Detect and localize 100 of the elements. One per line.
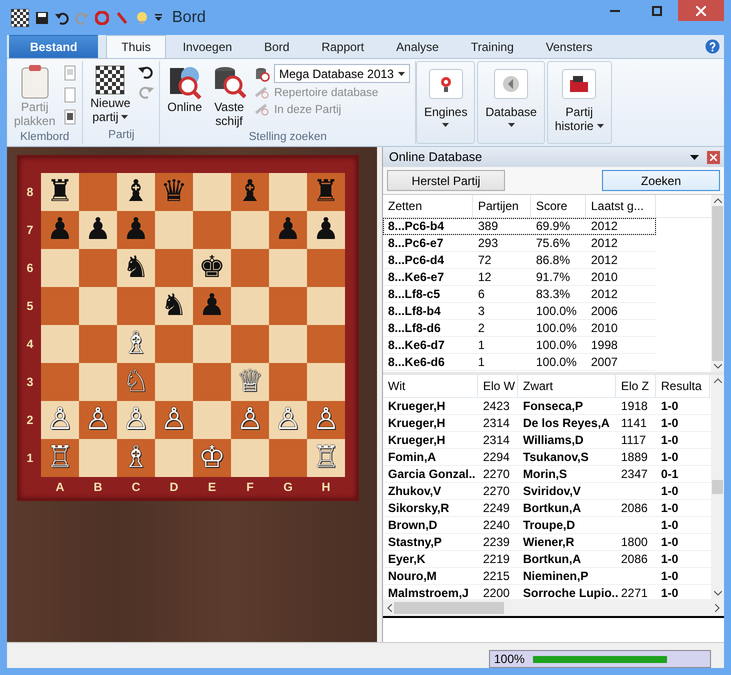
table-cell-text: Wiener,R: [522, 535, 576, 549]
column-header[interactable]: Wit: [383, 375, 478, 397]
chess-piece[interactable]: ♛: [160, 177, 188, 207]
copy-board-icon[interactable]: [63, 109, 78, 125]
table-row[interactable]: Krueger,H 2314 De los Reyes,A 1141 1-0: [383, 415, 711, 432]
chess-piece[interactable]: ♟: [198, 291, 226, 321]
panel-button[interactable]: Herstel Partij: [387, 170, 505, 191]
table-cell-text: 1-0: [660, 535, 680, 549]
chess-piece[interactable]: ♖: [46, 443, 74, 473]
table-row[interactable]: 8...Lf8-d6 2 100.0% 2010: [383, 320, 656, 337]
table-row[interactable]: Eyer,K 2219 Bortkun,A 2086 1-0: [383, 551, 711, 568]
scroll-down-icon[interactable]: [714, 591, 722, 596]
ribbon-button[interactable]: Vaste schijf: [210, 61, 248, 131]
table-cell-text: 1: [477, 338, 486, 352]
scroll-thumb[interactable]: [712, 480, 723, 494]
chess-piece[interactable]: ♜: [312, 177, 340, 207]
scroll-down-icon[interactable]: [714, 364, 722, 369]
ribbon-tab[interactable]: Vensters: [530, 35, 608, 58]
chess-piece[interactable]: ♝: [122, 177, 150, 207]
dropdown-icon[interactable]: [690, 154, 699, 160]
chess-piece[interactable]: ♗: [122, 443, 150, 473]
undo-icon[interactable]: [138, 65, 154, 79]
table-row[interactable]: 8...Pc6-d4 72 86.8% 2012: [383, 252, 656, 269]
board-square: [79, 325, 117, 363]
ribbon-tab[interactable]: Bord: [249, 35, 304, 58]
table-row[interactable]: Brown,D 2240 Troupe,D 1-0: [383, 517, 711, 534]
app-icon: [11, 8, 29, 26]
horizontal-scrollbar[interactable]: [383, 599, 724, 618]
chess-piece[interactable]: ♘: [122, 367, 150, 397]
column-header[interactable]: Resulta: [656, 375, 710, 397]
chess-piece[interactable]: ♟: [84, 215, 112, 245]
table-row[interactable]: Fomin,A 2294 Tsukanov,S 1889 1-0: [383, 449, 711, 466]
table-row[interactable]: Stastny,P 2239 Wiener,R 1800 1-0: [383, 534, 711, 551]
column-header[interactable]: Zwart: [518, 375, 616, 397]
scroll-up-icon[interactable]: [714, 198, 722, 203]
chess-piece[interactable]: ♙: [312, 405, 340, 435]
panel-button[interactable]: Zoeken: [602, 170, 720, 191]
chess-piece[interactable]: ♟: [122, 215, 150, 245]
chess-piece[interactable]: ♔: [198, 443, 226, 473]
table-cell-text: Krueger,H: [387, 416, 446, 430]
database-dropdown[interactable]: Mega Database 2013: [274, 64, 410, 83]
ribbon-tab[interactable]: Rapport: [306, 35, 380, 58]
column-header[interactable]: Score: [531, 195, 586, 217]
column-header[interactable]: Elo W: [478, 375, 518, 397]
column-header[interactable]: Laatst g...: [586, 195, 656, 217]
table-cell-text: 1-0: [660, 450, 680, 464]
table-row[interactable]: 8...Ke6-d6 1 100.0% 2007: [383, 354, 656, 371]
chess-piece[interactable]: ♝: [236, 177, 264, 207]
table-row[interactable]: Krueger,H 2314 Williams,D 1117 1-0: [383, 432, 711, 449]
table-row[interactable]: Krueger,H 2423 Fonseca,P 1918 1-0: [383, 398, 711, 415]
column-header[interactable]: Zetten: [383, 195, 473, 217]
ribbon-button[interactable]: Online: [165, 61, 204, 131]
chess-piece[interactable]: ♟: [312, 215, 340, 245]
undo-icon[interactable]: [55, 10, 69, 24]
ribbon-tab[interactable]: Invoegen: [168, 35, 248, 58]
table-row[interactable]: 8...Pc6-e7 293 75.6% 2012: [383, 235, 656, 252]
table-row[interactable]: Sikorsky,R 2249 Bortkun,A 2086 1-0: [383, 500, 711, 517]
chess-piece[interactable]: ♙: [84, 405, 112, 435]
table-cell-text: 75.6%: [535, 236, 572, 250]
chess-piece[interactable]: ♜: [46, 177, 74, 207]
board-square: [155, 249, 193, 287]
vertical-scrollbar[interactable]: [711, 195, 724, 372]
chess-piece[interactable]: ♟: [274, 215, 302, 245]
table-row[interactable]: 8...Lf8-c5 6 83.3% 2012: [383, 286, 656, 303]
column-header[interactable]: Partijen: [473, 195, 531, 217]
board-square: [269, 363, 307, 401]
table-row[interactable]: Garcia Gonzal.. 2270 Morin,S 2347 0-1: [383, 466, 711, 483]
scroll-right-icon[interactable]: [715, 604, 720, 612]
table-cell-text: 86.8%: [535, 253, 572, 267]
close-button[interactable]: [678, 0, 724, 21]
chess-piece[interactable]: ♙: [236, 405, 264, 435]
help-icon[interactable]: [705, 39, 720, 54]
scroll-left-icon[interactable]: [387, 604, 392, 612]
chess-piece[interactable]: ♞: [160, 291, 188, 321]
table-row[interactable]: 8...Ke6-e7 12 91.7% 2010: [383, 269, 656, 286]
save-icon[interactable]: [35, 10, 49, 24]
table-cell-text: Krueger,H: [387, 433, 446, 447]
scroll-thumb[interactable]: [394, 602, 504, 614]
vertical-scrollbar[interactable]: [711, 375, 724, 599]
scroll-up-icon[interactable]: [714, 378, 722, 383]
chess-piece[interactable]: ♙: [160, 405, 188, 435]
table-row[interactable]: Zhukov,V 2270 Sviridov,V 1-0: [383, 483, 711, 500]
table-cell-text: 1-0: [660, 518, 680, 532]
ribbon-tab[interactable]: Analyse: [381, 35, 454, 58]
table-row[interactable]: Nouro,M 2215 Nieminen,P 1-0: [383, 568, 711, 585]
database-search-icon[interactable]: [254, 66, 270, 82]
column-header[interactable]: Elo Z: [616, 375, 656, 397]
ribbon-tab[interactable]: Training: [456, 35, 529, 58]
file-menu-tab[interactable]: Bestand: [9, 35, 98, 58]
chess-piece[interactable]: ♚: [198, 253, 226, 283]
table-row[interactable]: 8...Pc6-b4 389 69.9% 2012: [383, 218, 656, 235]
chess-piece[interactable]: ♟: [46, 215, 74, 245]
scroll-thumb[interactable]: [712, 206, 723, 361]
ribbon-tab[interactable]: Thuis: [106, 35, 166, 58]
ribbon-button[interactable]: Nieuwe partij: [88, 61, 132, 129]
close-button[interactable]: [707, 150, 720, 164]
customize-icon[interactable]: [155, 14, 162, 22]
chess-piece[interactable]: ♞: [122, 253, 150, 283]
table-row[interactable]: 8...Ke6-d7 1 100.0% 1998: [383, 337, 656, 354]
table-row[interactable]: 8...Lf8-b4 3 100.0% 2006: [383, 303, 656, 320]
